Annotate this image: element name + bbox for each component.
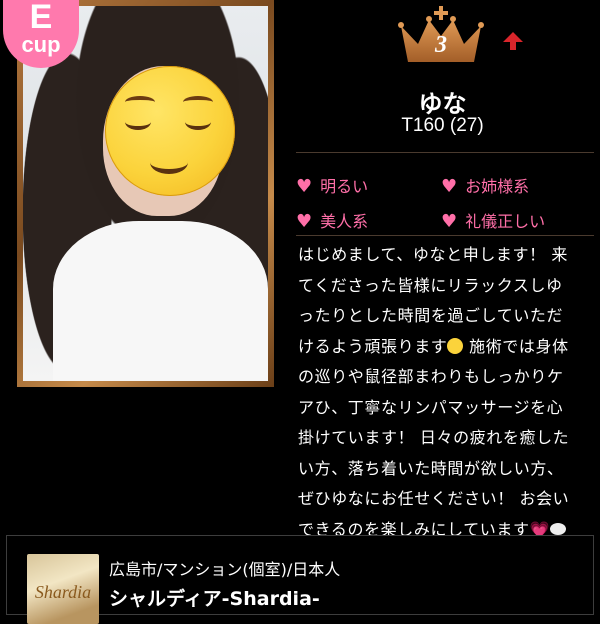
shop-area: 広島市/マンション(個室)/日本人: [109, 560, 341, 579]
rank-number: 3: [435, 32, 447, 58]
profile-description: はじめまして、ゆなと申します！ 来 てくださった皆様にリラックスしゆ ったりとし…: [298, 245, 570, 539]
heart-icon: ♥: [296, 211, 313, 232]
heart-icon: ♥: [296, 176, 313, 197]
shop-info-card[interactable]: Shardia 広島市/マンション(個室)/日本人 シャルディア-Shardia…: [6, 535, 594, 624]
shop-name[interactable]: シャルディア-Shardia-: [109, 584, 320, 611]
heart-icon: ♥: [441, 176, 458, 197]
rank-crown: 3: [396, 6, 486, 66]
speech-bubble-icon: [550, 522, 567, 535]
divider: [296, 152, 594, 153]
tag-item: ♥ 礼儀正しい: [441, 211, 546, 232]
rank-up-arrow-icon: [503, 32, 523, 50]
cup-word: cup: [21, 32, 61, 57]
relieved-face-emoji-icon: [105, 66, 235, 196]
tag-item: ♥ 明るい: [296, 176, 369, 197]
shop-logo: Shardia: [27, 554, 99, 624]
tag-item: ♥ 美人系: [296, 211, 369, 232]
profile-stats: T160 (27): [401, 115, 484, 136]
profile-name: ゆな: [418, 90, 467, 118]
relieved-face-emoji-icon: [447, 337, 464, 354]
divider: [296, 235, 594, 236]
cup-letter: E: [29, 0, 53, 36]
heart-icon: ♥: [441, 211, 458, 232]
tag-item: ♥ お姉様系: [441, 176, 530, 197]
